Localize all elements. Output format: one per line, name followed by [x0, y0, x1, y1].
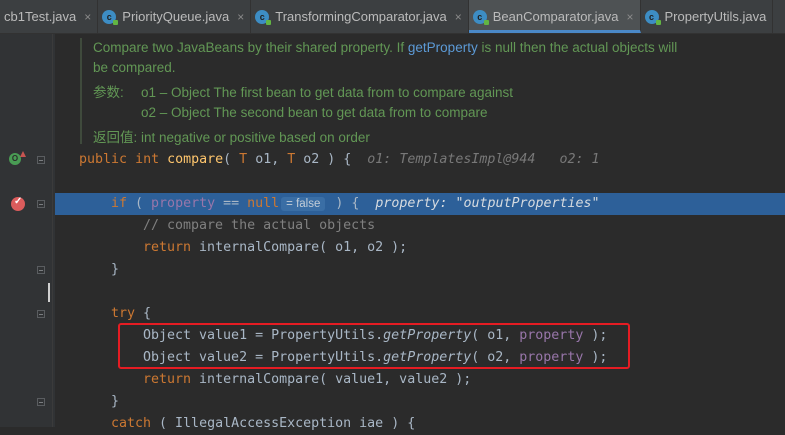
code-text: ( IllegalAccessException iae ) { [151, 416, 416, 431]
code-editor[interactable]: public int compare( T o1, T o2 ) { o1: T… [55, 148, 785, 431]
doc-param: o2 – Object The second bean to get data … [141, 104, 488, 120]
doc-text: Compare two JavaBeans by their shared pr… [93, 40, 408, 55]
fold-icon[interactable] [37, 398, 45, 406]
keyword: return [143, 372, 192, 387]
code-text: } [111, 394, 120, 409]
keyword: public [79, 152, 128, 167]
code-text: ) { [327, 196, 360, 211]
code-text: == [215, 196, 248, 211]
tab-label: TransformingComparator.java [275, 9, 447, 24]
code-line[interactable]: try { [55, 303, 785, 325]
doc-code-ref: getProperty [407, 40, 478, 55]
code-text: ( [223, 152, 240, 167]
doc-param-row: 参数: o1 – Object The first bean to get dat… [93, 83, 785, 103]
code-line[interactable]: return internalCompare( value1, value2 )… [55, 369, 785, 391]
tab-label: PropertyUtils.java [664, 9, 767, 24]
doc-returns-tag: 返回值: [93, 130, 138, 145]
fold-icon[interactable] [37, 200, 45, 208]
tab-propertyutils[interactable]: c PropertyUtils.java [641, 0, 774, 33]
keyword: int [135, 152, 160, 167]
rendered-javadoc: Compare two JavaBeans by their shared pr… [80, 38, 785, 145]
fold-icon[interactable] [37, 156, 45, 164]
comment: // compare the actual objects [143, 218, 376, 233]
class-icon: c [644, 9, 661, 25]
tab-cb1test[interactable]: cb1Test.java × [0, 0, 99, 33]
tab-beancomparator[interactable]: c BeanComparator.java × [468, 0, 641, 33]
close-icon[interactable]: × [237, 10, 244, 24]
inline-evaluation-badge: = false [281, 197, 326, 211]
code-line[interactable]: } [55, 259, 785, 281]
keyword: null [247, 196, 280, 211]
doc-returns-row: 返回值: int negative or positive based on o… [93, 128, 785, 148]
code-text: } [111, 262, 120, 277]
debug-inline-value: o2: 1 [559, 152, 600, 167]
doc-params-tag: 参数: [93, 85, 124, 100]
code-line[interactable]: public int compare( T o1, T o2 ) { o1: T… [55, 149, 785, 171]
doc-description-line: Compare two JavaBeans by their shared pr… [93, 38, 785, 58]
class-icon: c [472, 9, 489, 25]
doc-param: o1 – Object The first bean to get data f… [141, 85, 513, 100]
editor-gutter[interactable] [0, 34, 55, 427]
tab-label: cb1Test.java [4, 9, 77, 24]
debug-inline-value: property: "outputProperties" [375, 196, 600, 211]
override-gutter-icon[interactable]: O [9, 151, 26, 165]
close-icon[interactable]: × [84, 10, 91, 24]
tab-label: PriorityQueue.java [122, 9, 230, 24]
annotation-highlight-box [118, 323, 630, 369]
debug-inline-value: o1: TemplatesImpl@944 [367, 152, 536, 167]
type-param: T [239, 152, 248, 167]
fold-icon[interactable] [37, 266, 45, 274]
keyword: catch [111, 416, 152, 431]
code-line[interactable]: catch ( IllegalAccessException iae ) { [55, 413, 785, 435]
doc-returns: int negative or positive based on order [141, 130, 370, 145]
editor-tab-bar: cb1Test.java × c PriorityQueue.java × c … [0, 0, 785, 34]
keyword: try [111, 306, 136, 321]
fold-icon[interactable] [37, 310, 45, 318]
tab-priorityqueue[interactable]: c PriorityQueue.java × [98, 0, 252, 33]
gutter-divider [52, 34, 53, 427]
class-icon: c [255, 9, 272, 25]
tab-label: BeanComparator.java [492, 9, 619, 24]
tab-transformingcomparator[interactable]: c TransformingComparator.java × [251, 0, 469, 33]
code-text: o1, [247, 152, 288, 167]
code-text: o2 ) { [295, 152, 352, 167]
method-name: compare [167, 152, 224, 167]
execution-point-line[interactable]: if ( property == null = false ) { propert… [55, 193, 785, 215]
field-ref: property [151, 196, 216, 211]
code-text: internalCompare( value1, value2 ); [191, 372, 472, 387]
keyword: return [143, 240, 192, 255]
code-line[interactable]: } [55, 391, 785, 413]
code-text: { [135, 306, 152, 321]
code-text: ( [127, 196, 152, 211]
code-text: internalCompare( o1, o2 ); [191, 240, 408, 255]
close-icon[interactable]: × [627, 10, 634, 24]
text-caret [48, 283, 50, 302]
code-line[interactable]: return internalCompare( o1, o2 ); [55, 237, 785, 259]
keyword: if [111, 196, 128, 211]
class-icon: c [102, 9, 119, 25]
doc-param-row: o2 – Object The second bean to get data … [93, 103, 785, 123]
code-line[interactable]: // compare the actual objects [55, 215, 785, 237]
close-icon[interactable]: × [455, 10, 462, 24]
doc-description-line: be compared. [93, 59, 176, 75]
breakpoint-icon[interactable] [11, 196, 25, 211]
doc-text: is null then the actual objects will [477, 40, 678, 55]
